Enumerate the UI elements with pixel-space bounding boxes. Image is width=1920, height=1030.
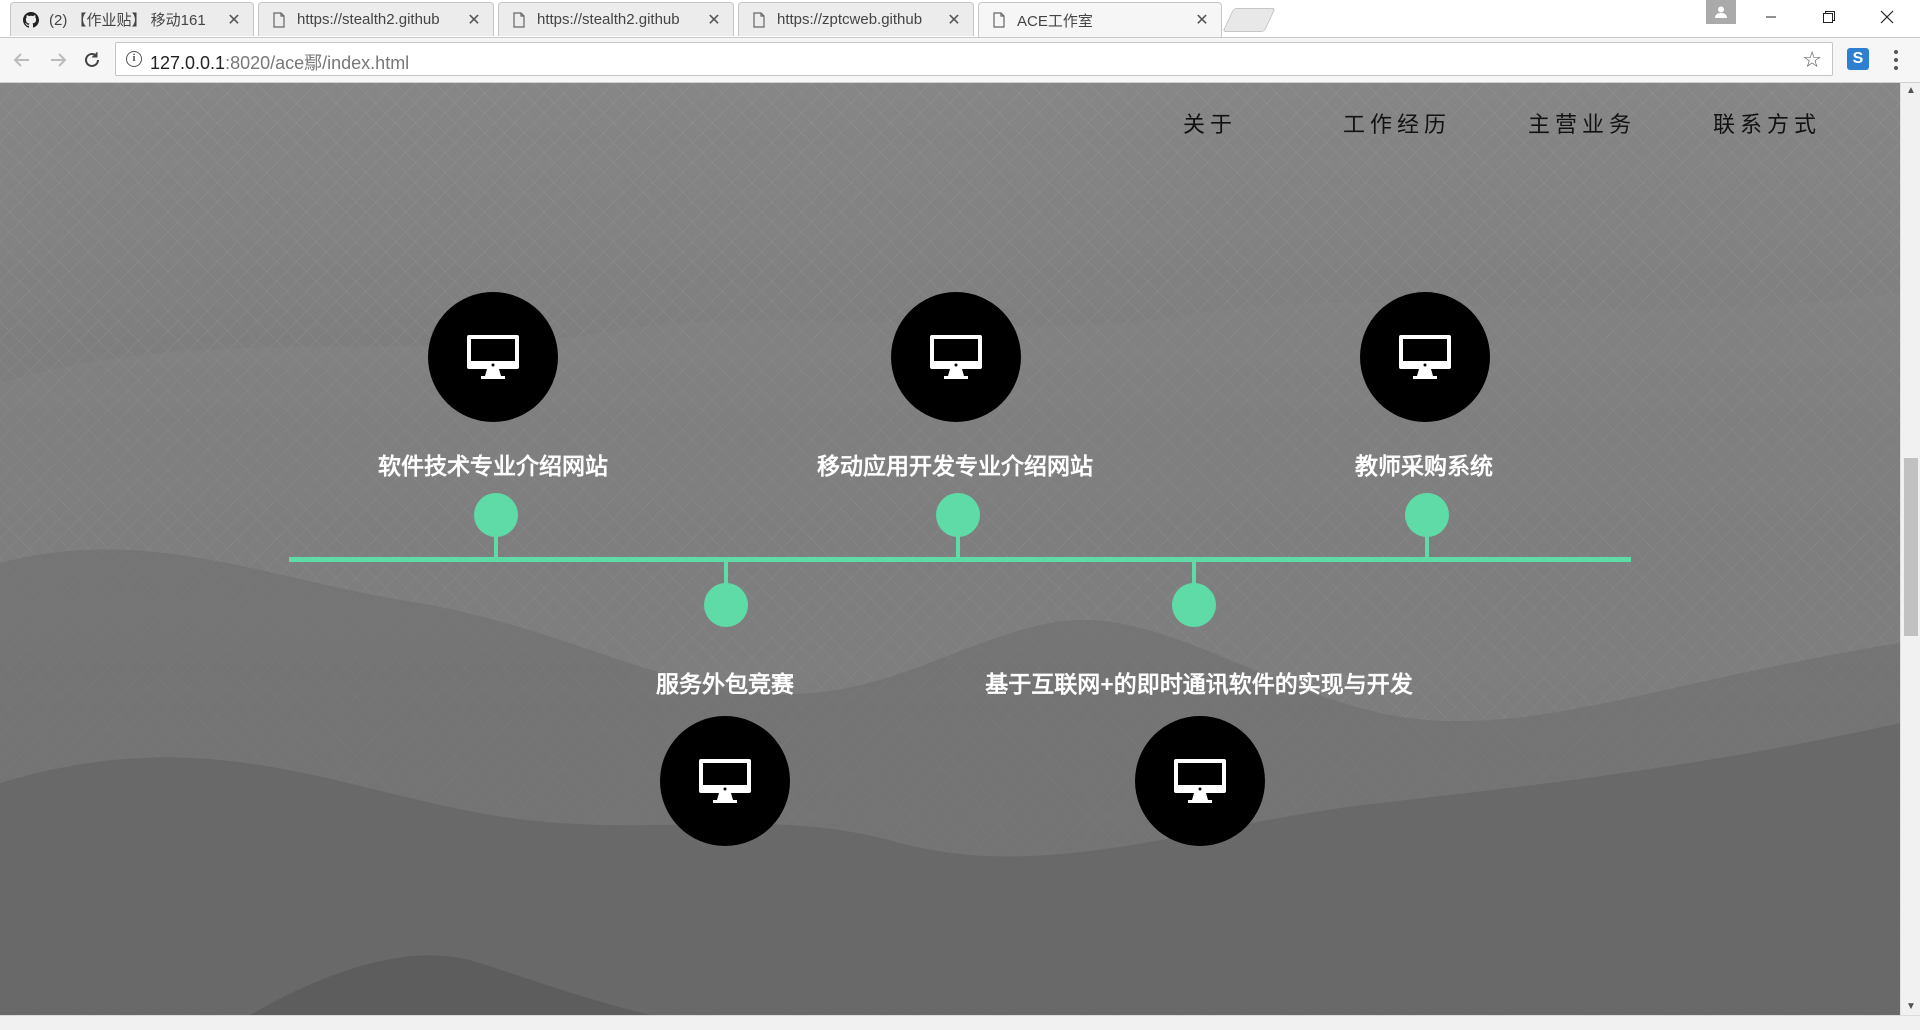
timeline-line: [289, 557, 1631, 562]
person-icon: [1715, 6, 1727, 18]
page-viewport: 关于 工作经历 主营业务 联系方式 软件技术专业介绍网站 服务外包竞赛 移动应用…: [0, 83, 1900, 1015]
tab-ace-studio[interactable]: ACE工作室 ✕: [978, 2, 1222, 37]
close-icon[interactable]: ✕: [1193, 10, 1211, 30]
tab-title: https://zptcweb.github: [777, 11, 923, 28]
nav-item-about[interactable]: 关于: [1183, 107, 1237, 139]
project-2-circle[interactable]: [660, 716, 790, 846]
close-icon[interactable]: ✕: [465, 10, 483, 30]
mountain-background: [0, 293, 1900, 1015]
tab-strip: (2) 【作业贴】 移动161 ✕ https://stealth2.githu…: [0, 0, 1920, 38]
tab-zptcweb[interactable]: https://zptcweb.github ✕: [738, 2, 974, 36]
forward-button[interactable]: [44, 46, 72, 74]
project-5-circle[interactable]: [1360, 292, 1490, 422]
tab-title: (2) 【作业贴】 移动161: [49, 12, 206, 29]
project-1-circle[interactable]: [428, 292, 558, 422]
site-nav: 关于 工作经历 主营业务 联系方式: [0, 107, 1900, 147]
project-2-title[interactable]: 服务外包竞赛: [656, 665, 794, 699]
nav-item-business[interactable]: 主营业务: [1528, 107, 1636, 139]
extension-icon[interactable]: S: [1847, 48, 1869, 70]
page-icon: [271, 11, 287, 28]
tab-title: ACE工作室: [1017, 12, 1093, 30]
monitor-icon: [930, 335, 982, 379]
info-icon[interactable]: i: [126, 51, 142, 67]
nav-item-contact[interactable]: 联系方式: [1713, 107, 1821, 139]
tab-title: https://stealth2.github: [537, 11, 680, 28]
tab-stealth2-b[interactable]: https://stealth2.github ✕: [498, 2, 734, 36]
project-5-title[interactable]: 教师采购系统: [1355, 447, 1493, 481]
scroll-thumb[interactable]: [1904, 458, 1918, 636]
project-4-dot[interactable]: [1172, 583, 1216, 627]
star-icon[interactable]: ☆: [1802, 47, 1822, 73]
restore-icon: [1823, 11, 1835, 23]
horizontal-scrollbar[interactable]: [0, 1015, 1920, 1030]
close-icon[interactable]: ✕: [225, 10, 243, 30]
github-icon: [23, 11, 39, 28]
close-icon[interactable]: ✕: [945, 10, 963, 30]
tab-stealth2-a[interactable]: https://stealth2.github ✕: [258, 2, 494, 36]
monitor-icon: [699, 759, 751, 803]
back-button[interactable]: [8, 46, 36, 74]
forward-arrow-icon: [51, 53, 67, 67]
project-1-dot[interactable]: [474, 493, 518, 537]
reload-icon: [85, 52, 99, 67]
project-4-circle[interactable]: [1135, 716, 1265, 846]
page-icon: [511, 11, 527, 28]
close-icon[interactable]: ✕: [705, 10, 723, 30]
monitor-icon: [1399, 335, 1451, 379]
menu-button[interactable]: [1890, 48, 1902, 72]
page-icon: [991, 12, 1007, 28]
new-tab-button[interactable]: [1222, 8, 1276, 32]
close-window-button[interactable]: [1864, 0, 1910, 34]
project-1-title[interactable]: 软件技术专业介绍网站: [378, 447, 608, 481]
scroll-up-arrow-icon[interactable]: ▲: [1901, 83, 1920, 99]
scroll-down-arrow-icon[interactable]: ▼: [1901, 999, 1920, 1015]
page-icon: [751, 11, 767, 28]
vertical-scrollbar[interactable]: ▲ ▼: [1900, 83, 1920, 1015]
minimize-button[interactable]: [1748, 0, 1794, 34]
monitor-icon: [467, 335, 519, 379]
monitor-icon: [1174, 759, 1226, 803]
project-3-dot[interactable]: [936, 493, 980, 537]
minimize-icon: [1766, 16, 1776, 18]
profile-button[interactable]: [1706, 0, 1736, 24]
project-3-title[interactable]: 移动应用开发专业介绍网站: [817, 447, 1093, 481]
project-5-dot[interactable]: [1405, 493, 1449, 537]
address-bar[interactable]: i 127.0.0.1:8020/ace鄢/index.html ☆: [115, 42, 1833, 76]
close-icon: [1880, 10, 1894, 24]
browser-toolbar: i 127.0.0.1:8020/ace鄢/index.html ☆ S: [0, 38, 1920, 83]
restore-button[interactable]: [1806, 0, 1852, 34]
nav-item-experience[interactable]: 工作经历: [1343, 107, 1451, 139]
back-arrow-icon: [13, 53, 29, 67]
project-4-title[interactable]: 基于互联网+的即时通讯软件的实现与开发: [985, 665, 1412, 699]
reload-button[interactable]: [78, 46, 106, 74]
url-text[interactable]: 127.0.0.1:8020/ace鄢/index.html: [150, 49, 409, 75]
tab-title: https://stealth2.github: [297, 11, 440, 28]
tab-github[interactable]: (2) 【作业贴】 移动161 ✕: [10, 2, 254, 36]
project-3-circle[interactable]: [891, 292, 1021, 422]
project-2-dot[interactable]: [704, 583, 748, 627]
